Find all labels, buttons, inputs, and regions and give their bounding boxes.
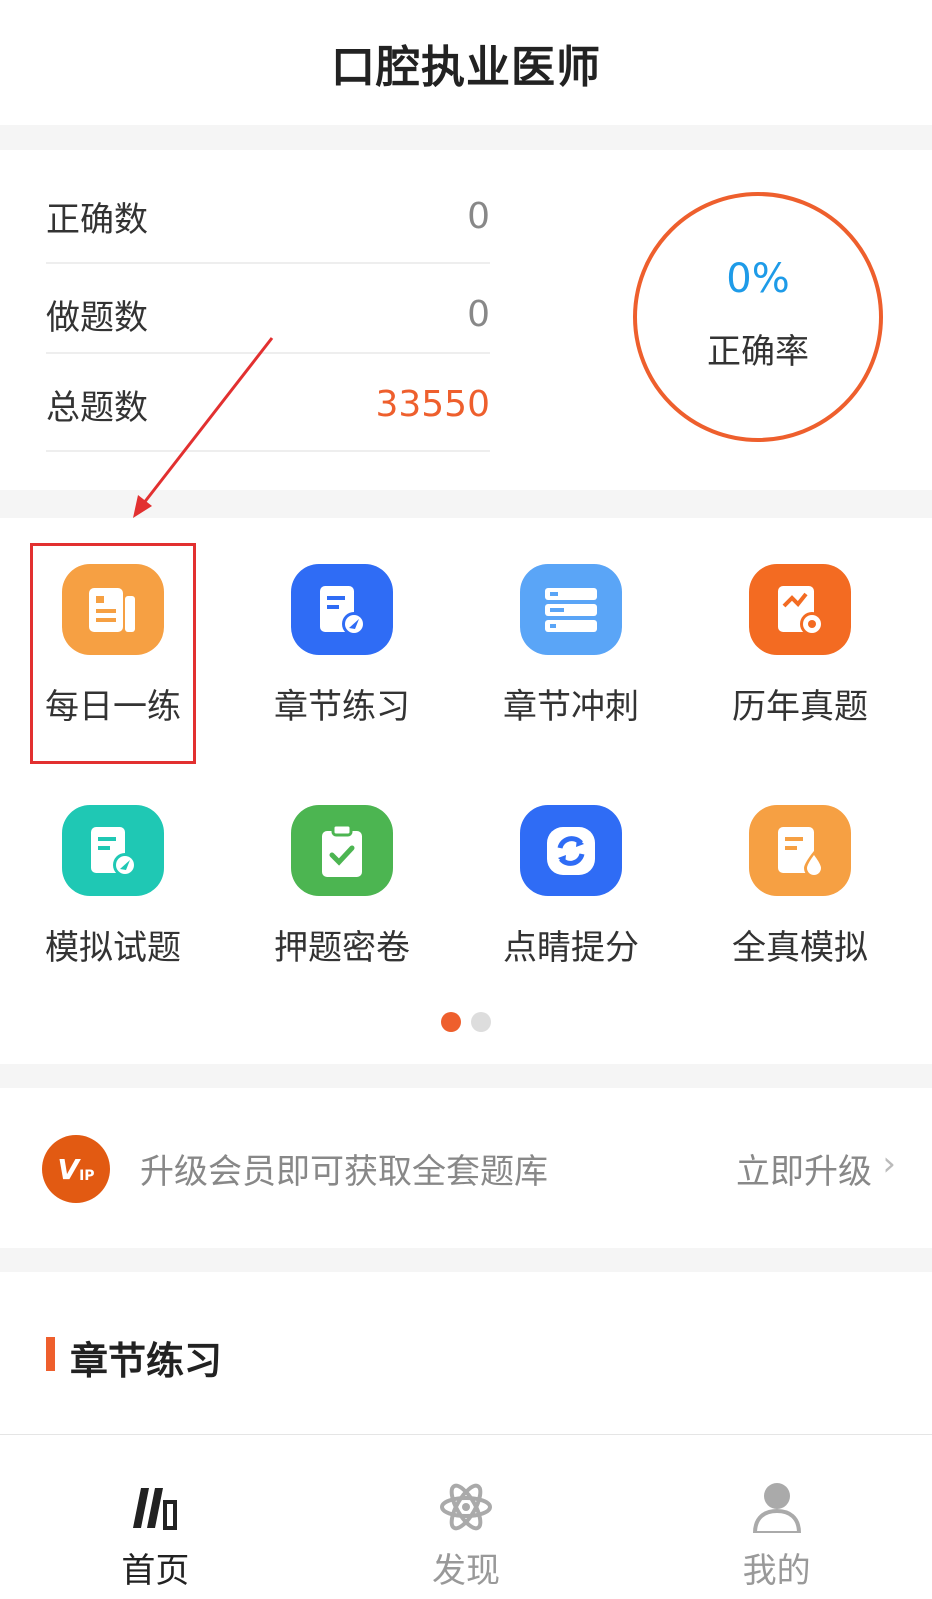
upgrade-button[interactable]: 立即升级 [736, 1144, 872, 1193]
daily-practice-icon [62, 564, 164, 655]
stat-row-correct: 正确数 0 [46, 168, 490, 264]
chevron-right-icon: › [882, 1144, 896, 1184]
grid-label: 章节冲刺 [503, 687, 639, 727]
past-exams-icon [749, 564, 851, 655]
grid-label: 点睛提分 [503, 928, 639, 968]
chapter-section: 章节练习 [0, 1272, 932, 1434]
tab-discover[interactable]: 发现 [311, 1435, 622, 1599]
stats-panel: 正确数 0 做题数 0 总题数 33550 0% 正确率 [0, 150, 932, 490]
app-header: 口腔执业医师 [0, 0, 932, 125]
score-boost-icon [520, 805, 622, 896]
grid-label: 全真模拟 [732, 928, 868, 968]
person-icon [749, 1479, 805, 1535]
stat-row-done: 做题数 0 [46, 266, 490, 362]
divider [46, 352, 490, 354]
stat-value: 0 [467, 293, 490, 335]
grid-label: 章节练习 [274, 687, 410, 727]
tab-label: 我的 [742, 1551, 811, 1591]
vip-badge-text: V [57, 1152, 80, 1186]
tab-label: 发现 [432, 1551, 500, 1591]
books-icon [127, 1479, 183, 1535]
page-dot-active[interactable] [441, 1012, 461, 1032]
tab-profile[interactable]: 我的 [621, 1435, 932, 1599]
feature-grid: 每日一练 章节练习 章节冲刺 历年真题 模拟试题 押题密卷 点睛提分 全真模拟 [0, 518, 932, 1064]
accuracy-label: 正确率 [707, 331, 809, 372]
grid-label: 押题密卷 [274, 928, 410, 968]
page-dot[interactable] [471, 1012, 491, 1032]
grid-item-chapter-practice[interactable]: 章节练习 [237, 518, 447, 728]
page-indicator [0, 1012, 932, 1032]
grid-item-mock-questions[interactable]: 模拟试题 [8, 759, 218, 969]
grid-item-score-boost[interactable]: 点睛提分 [466, 759, 676, 969]
stat-label: 总题数 [46, 387, 148, 428]
page-title: 口腔执业医师 [331, 41, 601, 93]
divider [46, 262, 490, 264]
bottom-tab-bar: 首页 发现 我的 [0, 1434, 932, 1599]
section-accent-bar [46, 1337, 55, 1371]
vip-banner[interactable]: V IP 升级会员即可获取全套题库 立即升级 › [0, 1088, 932, 1248]
vip-badge-sub: IP [79, 1168, 95, 1184]
grid-label: 模拟试题 [45, 928, 181, 968]
stat-row-total: 总题数 33550 [46, 356, 490, 452]
grid-label: 历年真题 [732, 687, 868, 727]
mock-questions-icon [62, 805, 164, 896]
tab-home[interactable]: 首页 [0, 1435, 311, 1599]
grid-item-predicted-papers[interactable]: 押题密卷 [237, 759, 447, 969]
vip-description: 升级会员即可获取全套题库 [140, 1152, 548, 1192]
grid-item-full-simulation[interactable]: 全真模拟 [695, 759, 905, 969]
grid-label: 每日一练 [45, 687, 181, 727]
chapter-sprint-icon [520, 564, 622, 655]
stat-label: 做题数 [46, 297, 148, 338]
chapter-practice-icon [291, 564, 393, 655]
grid-item-past-exams[interactable]: 历年真题 [695, 518, 905, 728]
vip-icon: V IP [42, 1135, 110, 1203]
stat-label: 正确数 [46, 199, 148, 240]
accuracy-circle: 0% 正确率 [633, 192, 883, 442]
stat-value: 0 [467, 195, 490, 237]
stat-value: 33550 [375, 383, 490, 425]
grid-item-daily-practice[interactable]: 每日一练 [8, 518, 218, 728]
section-title: 章节练习 [70, 1339, 223, 1383]
predicted-papers-icon [291, 805, 393, 896]
full-simulation-icon [749, 805, 851, 896]
tab-label: 首页 [121, 1551, 190, 1591]
accuracy-value: 0% [726, 255, 790, 302]
atom-icon [438, 1479, 494, 1535]
grid-item-chapter-sprint[interactable]: 章节冲刺 [466, 518, 676, 728]
divider [46, 450, 490, 452]
